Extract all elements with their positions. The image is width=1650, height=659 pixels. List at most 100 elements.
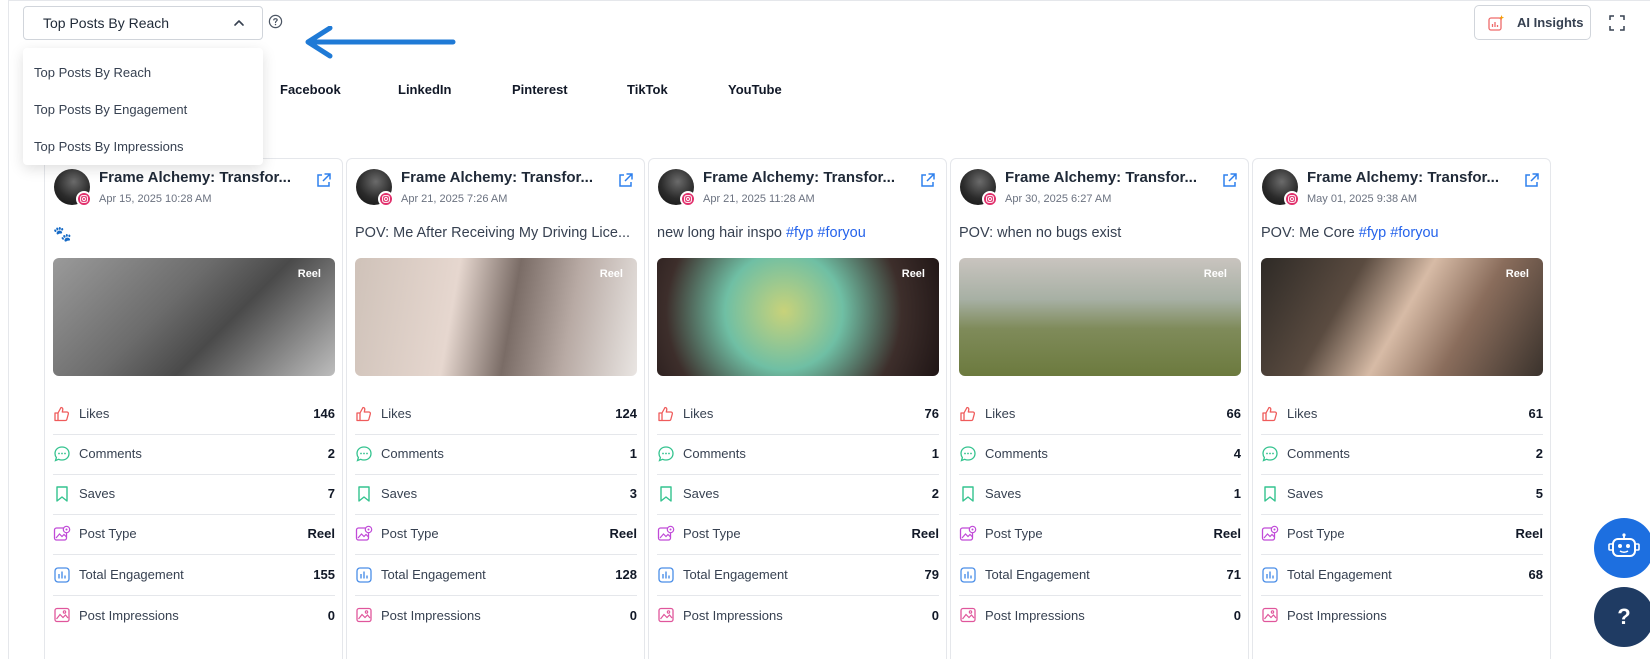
metric-label: Post Impressions	[381, 607, 481, 623]
post-caption-text: POV: Me Core	[1261, 225, 1359, 241]
post-caption: POV: Me Core #fyp #foryou	[1261, 225, 1543, 241]
metric-value: Reel	[609, 526, 637, 541]
post-type-icon	[53, 525, 71, 541]
metric-row-post-impressions: Post Impressions 0	[657, 594, 939, 636]
metric-label: Post Impressions	[79, 607, 179, 623]
external-link-icon[interactable]	[1523, 172, 1540, 189]
metric-row-post-type: Post Type Reel	[657, 513, 939, 555]
external-link-icon[interactable]	[617, 172, 634, 189]
fullscreen-icon[interactable]	[1608, 14, 1626, 32]
reel-badge: Reel	[1203, 268, 1227, 280]
metric-label: Saves	[381, 486, 418, 501]
comment-icon	[356, 445, 372, 462]
metric-label: Comments	[79, 446, 142, 461]
post-card: Frame Alchemy: Transfor... Apr 21, 2025 …	[648, 158, 947, 659]
post-date: Apr 15, 2025 10:28 AM	[99, 193, 212, 205]
external-link-icon[interactable]	[315, 172, 332, 189]
post-caption-text: POV: Me After Receiving My Driving Lice.…	[355, 225, 631, 241]
comment-icon	[658, 445, 674, 462]
metric-value: 128	[615, 567, 637, 582]
metric-value: Reel	[1515, 526, 1543, 541]
metric-label: Saves	[683, 486, 720, 501]
metric-value: 1	[1233, 486, 1241, 501]
comment-icon	[1262, 445, 1278, 462]
reel-badge: Reel	[1505, 268, 1529, 280]
ai-insights-button[interactable]: AI Insights	[1474, 5, 1591, 40]
post-hashtags[interactable]: #fyp #foryou	[786, 225, 866, 241]
thumbs-up-icon	[1262, 406, 1278, 421]
engagement-chart-icon	[1262, 566, 1278, 583]
reel-badge: Reel	[297, 268, 321, 280]
metric-label: Total Engagement	[79, 567, 184, 582]
menu-item-top-posts-by-engagement[interactable]: Top Posts By Engagement	[23, 91, 263, 128]
instagram-icon	[982, 191, 998, 207]
metric-row-comments: Comments 4	[959, 433, 1241, 475]
metric-value: 124	[615, 406, 637, 421]
metric-label: Post Type	[985, 526, 1043, 541]
metric-value: 79	[924, 567, 939, 582]
metric-row-saves: Saves 5	[1261, 473, 1543, 515]
ai-insights-label: AI Insights	[1517, 15, 1584, 30]
metric-value: 1	[629, 446, 637, 461]
account-name: Frame Alchemy: Transfor...	[99, 169, 292, 186]
arrow-left-icon	[305, 26, 456, 59]
post-hashtags[interactable]: #fyp #foryou	[1359, 225, 1439, 241]
instagram-icon	[1284, 191, 1300, 207]
instagram-icon	[680, 191, 696, 207]
external-link-icon[interactable]	[919, 172, 936, 189]
engagement-chart-icon	[356, 566, 372, 583]
account-name: Frame Alchemy: Transfor...	[703, 169, 896, 186]
metric-row-post-impressions: Post Impressions 0	[959, 594, 1241, 636]
robot-icon	[1608, 533, 1640, 557]
metric-row-post-type: Post Type Reel	[355, 513, 637, 555]
help-button[interactable]: ?	[1594, 587, 1650, 647]
metric-value: Reel	[1213, 526, 1241, 541]
metric-label: Comments	[985, 446, 1048, 461]
metric-label: Likes	[1287, 406, 1318, 421]
metric-row-total-engagement: Total Engagement 128	[355, 554, 637, 596]
thumbs-up-icon	[960, 406, 976, 421]
instagram-icon	[76, 191, 92, 207]
external-link-icon[interactable]	[1221, 172, 1238, 189]
post-type-icon	[959, 525, 977, 541]
account-name: Frame Alchemy: Transfor...	[401, 169, 594, 186]
report-type-dropdown-value: Top Posts By Reach	[43, 15, 170, 31]
tab-facebook[interactable]: Facebook	[280, 82, 341, 97]
thumbs-up-icon	[356, 406, 372, 421]
post-thumbnail[interactable]: Reel	[1261, 258, 1543, 376]
impressions-icon	[54, 607, 70, 623]
post-thumbnail[interactable]: Reel	[959, 258, 1241, 376]
tab-youtube[interactable]: YouTube	[728, 82, 782, 97]
metric-row-comments: Comments 2	[1261, 433, 1543, 475]
menu-item-top-posts-by-reach[interactable]: Top Posts By Reach	[23, 54, 263, 91]
impressions-icon	[658, 607, 674, 623]
metric-value: 2	[327, 446, 335, 461]
post-thumbnail[interactable]: Reel	[355, 258, 637, 376]
tab-pinterest[interactable]: Pinterest	[512, 82, 568, 97]
metric-label: Total Engagement	[381, 567, 486, 582]
tab-tiktok[interactable]: TikTok	[627, 82, 668, 97]
chatbot-button[interactable]	[1594, 518, 1650, 578]
menu-item-top-posts-by-impressions[interactable]: Top Posts By Impressions	[23, 128, 263, 165]
metric-label: Likes	[381, 406, 412, 421]
metric-label: Comments	[683, 446, 746, 461]
tab-linkedin[interactable]: LinkedIn	[398, 82, 451, 97]
metric-row-likes: Likes 66	[959, 393, 1241, 435]
post-thumbnail[interactable]: Reel	[657, 258, 939, 376]
metric-row-saves: Saves 2	[657, 473, 939, 515]
engagement-chart-icon	[54, 566, 70, 583]
post-card: Frame Alchemy: Transfor... Apr 30, 2025 …	[950, 158, 1249, 659]
metric-value: 71	[1226, 567, 1241, 582]
metric-row-comments: Comments 1	[657, 433, 939, 475]
metric-value: 0	[327, 607, 335, 623]
metric-label: Likes	[79, 406, 110, 421]
metric-label: Likes	[985, 406, 1016, 421]
engagement-chart-icon	[658, 566, 674, 583]
help-icon[interactable]	[268, 14, 283, 29]
metric-label: Saves	[985, 486, 1022, 501]
instagram-icon	[378, 191, 394, 207]
metric-value: 0	[1233, 607, 1241, 623]
post-thumbnail[interactable]: Reel	[53, 258, 335, 376]
report-type-dropdown[interactable]: Top Posts By Reach	[23, 6, 263, 40]
bookmark-icon	[962, 485, 974, 502]
